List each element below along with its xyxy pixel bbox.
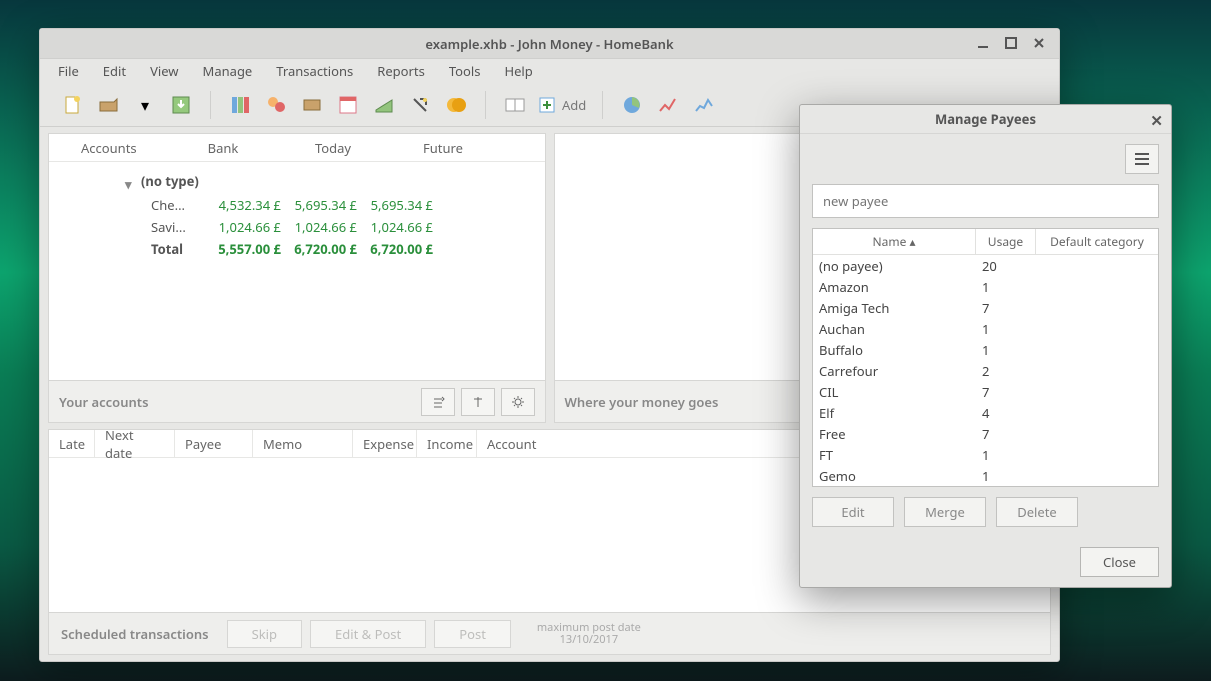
menubar: File Edit View Manage Transactions Repor… [40, 59, 1059, 83]
menu-help[interactable]: Help [494, 60, 542, 82]
scheduled-footer-label: Scheduled transactions [61, 625, 209, 643]
col-bank[interactable]: Bank [183, 139, 263, 157]
titlebar: example.xhb - John Money - HomeBank [40, 29, 1059, 59]
col-income[interactable]: Income [417, 430, 477, 457]
new-file-icon[interactable] [60, 92, 86, 118]
col-future[interactable]: Future [403, 139, 483, 157]
col-today[interactable]: Today [293, 139, 373, 157]
hamburger-icon[interactable] [1125, 144, 1159, 174]
open-file-icon[interactable] [96, 92, 122, 118]
col-expense[interactable]: Expense [353, 430, 417, 457]
edit-button[interactable]: Edit [812, 497, 894, 527]
delete-button[interactable]: Delete [996, 497, 1078, 527]
add-label: Add [562, 96, 586, 114]
payee-row[interactable]: Amiga Tech7 [813, 297, 1158, 318]
maximize-button[interactable] [997, 29, 1025, 57]
payee-row[interactable]: Elf4 [813, 402, 1158, 423]
menu-manage[interactable]: Manage [193, 60, 263, 82]
account-total-row: Total 5,557.00 £ 6,720.00 £ 6,720.00 £ [57, 238, 527, 260]
sort-asc-icon: ▴ [909, 233, 915, 250]
menu-reports[interactable]: Reports [367, 60, 435, 82]
payee-row[interactable]: Buffalo1 [813, 339, 1158, 360]
col-name[interactable]: Name ▴ [813, 229, 976, 254]
currencies-icon[interactable] [443, 92, 469, 118]
show-transactions-icon[interactable] [502, 92, 528, 118]
minimize-button[interactable] [969, 29, 997, 57]
payee-row[interactable]: Amazon1 [813, 276, 1158, 297]
col-default-category[interactable]: Default category [1036, 229, 1158, 254]
add-transaction-button[interactable]: Add [538, 96, 586, 114]
dialog-title: Manage Payees ✕ [800, 105, 1171, 134]
group-label: (no type) [141, 172, 199, 190]
manage-accounts-icon[interactable] [227, 92, 253, 118]
menu-tools[interactable]: Tools [439, 60, 491, 82]
post-info: maximum post date 13/10/2017 [537, 622, 641, 646]
manage-budget-icon[interactable] [371, 92, 397, 118]
col-late[interactable]: Late [49, 430, 95, 457]
payee-row[interactable]: Auchan1 [813, 318, 1158, 339]
skip-button[interactable]: Skip [227, 620, 302, 648]
menu-transactions[interactable]: Transactions [266, 60, 363, 82]
accounts-pane: Accounts Bank Today Future ▾ (no type) C… [48, 133, 546, 423]
payee-table: Name ▴ Usage Default category (no payee)… [812, 228, 1159, 487]
new-payee-input[interactable] [812, 184, 1159, 218]
payee-row[interactable]: (no payee)20 [813, 255, 1158, 276]
caret-down-icon: ▾ [125, 175, 132, 193]
report-trend-icon[interactable] [655, 92, 681, 118]
col-payee[interactable]: Payee [175, 430, 253, 457]
manage-assignments-icon[interactable] [407, 92, 433, 118]
edit-post-button[interactable]: Edit & Post [310, 620, 426, 648]
report-pie-icon[interactable] [619, 92, 645, 118]
col-accounts[interactable]: Accounts [81, 139, 153, 157]
accounts-footer-label: Your accounts [59, 393, 148, 411]
window-title: example.xhb - John Money - HomeBank [425, 35, 673, 53]
manage-payees-dialog: Manage Payees ✕ Name ▴ Usage Default cat… [799, 104, 1172, 588]
col-memo[interactable]: Memo [253, 430, 353, 457]
collapse-all-icon[interactable] [461, 388, 495, 416]
dialog-close-icon[interactable]: ✕ [1150, 111, 1163, 131]
account-group-row[interactable]: ▾ (no type) [57, 168, 527, 194]
report-balance-icon[interactable] [691, 92, 717, 118]
col-usage[interactable]: Usage [976, 229, 1036, 254]
account-row[interactable]: Savi... 1,024.66 £ 1,024.66 £ 1,024.66 £ [57, 216, 527, 238]
expand-all-icon[interactable] [421, 388, 455, 416]
close-button[interactable]: Close [1080, 547, 1159, 577]
post-button[interactable]: Post [434, 620, 511, 648]
merge-button[interactable]: Merge [904, 497, 986, 527]
payee-row[interactable]: Gemo1 [813, 465, 1158, 486]
payee-row[interactable]: Free7 [813, 423, 1158, 444]
open-dropdown-icon[interactable]: ▾ [132, 92, 158, 118]
gear-icon[interactable] [501, 388, 535, 416]
account-row[interactable]: Che... 4,532.34 £ 5,695.34 £ 5,695.34 £ [57, 194, 527, 216]
menu-file[interactable]: File [48, 60, 89, 82]
save-icon[interactable] [168, 92, 194, 118]
manage-categories-icon[interactable] [299, 92, 325, 118]
col-nextdate[interactable]: Next date [95, 430, 175, 457]
manage-payees-icon[interactable] [263, 92, 289, 118]
menu-view[interactable]: View [140, 60, 188, 82]
menu-edit[interactable]: Edit [93, 60, 136, 82]
where-footer-label: Where your money goes [565, 393, 719, 411]
manage-scheduled-icon[interactable] [335, 92, 361, 118]
payee-row[interactable]: Carrefour2 [813, 360, 1158, 381]
payee-row[interactable]: FT1 [813, 444, 1158, 465]
payee-row[interactable]: CIL7 [813, 381, 1158, 402]
close-button[interactable] [1025, 29, 1053, 57]
